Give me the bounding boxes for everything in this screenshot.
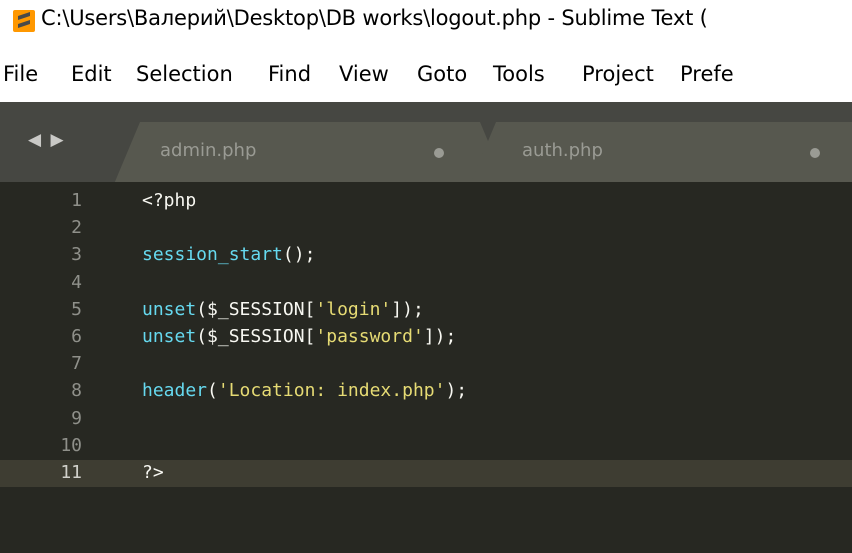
menu-selection[interactable]: Selection — [136, 62, 233, 86]
menu-project[interactable]: Project — [582, 62, 654, 86]
tab-auth-php[interactable]: auth.php — [470, 122, 852, 184]
plain-token: <?php — [142, 190, 197, 211]
code-line[interactable]: 10 — [0, 433, 852, 460]
code-line[interactable]: 6 unset($_SESSION['password']); — [0, 324, 852, 351]
window-title: C:\Users\Валерий\Desktop\DB works\logout… — [41, 6, 708, 30]
string-token: 'login' — [315, 298, 392, 320]
line-number: 1 — [71, 190, 82, 211]
plain-token: ]); — [391, 298, 424, 320]
unsaved-dot-icon[interactable] — [434, 148, 444, 158]
tab-nav-arrows[interactable]: ◀ ▶ — [28, 130, 66, 150]
plain-token: ); — [445, 380, 468, 402]
function-token: unset — [142, 326, 197, 347]
title-bar: C:\Users\Валерий\Desktop\DB works\logout… — [0, 0, 852, 52]
code-line[interactable]: 3 session_start(); — [0, 242, 852, 269]
code-text: session_start(); — [142, 244, 315, 265]
plain-token: ($_SESSION[ — [196, 326, 316, 347]
menu-view[interactable]: View — [339, 62, 389, 86]
code-text: unset($_SESSION['login']); — [142, 299, 424, 320]
code-line[interactable]: 11 ?> — [0, 460, 852, 487]
code-text: ?> — [142, 462, 164, 483]
unsaved-dot-icon[interactable] — [810, 148, 820, 158]
tab-label: auth.php — [522, 140, 603, 161]
string-token: 'password' — [315, 326, 424, 347]
code-line[interactable]: 2 — [0, 215, 852, 242]
code-line[interactable]: 5 unset($_SESSION['login']); — [0, 297, 852, 324]
menu-edit[interactable]: Edit — [71, 62, 112, 86]
line-number: 2 — [71, 217, 82, 239]
function-token: unset — [142, 298, 197, 320]
menu-goto[interactable]: Goto — [417, 62, 467, 86]
line-number: 4 — [71, 271, 82, 293]
menu-file[interactable]: File — [3, 62, 38, 86]
line-number: 8 — [71, 380, 82, 402]
line-number: 10 — [60, 434, 82, 456]
tab-bar: ◀ ▶ admin.php auth.php — [0, 102, 852, 184]
menu-bar: File Edit Selection Find View Goto Tools… — [0, 52, 852, 102]
code-line[interactable]: 9 — [0, 406, 852, 433]
plain-token: ( — [207, 380, 218, 402]
line-number: 3 — [71, 244, 82, 266]
tab-label: admin.php — [160, 140, 257, 161]
code-text: header('Location: index.php'); — [142, 380, 467, 401]
line-number: 6 — [71, 326, 82, 347]
string-token: 'Location: index.php' — [217, 380, 446, 402]
menu-find[interactable]: Find — [268, 62, 311, 86]
code-text: <?php — [142, 190, 196, 211]
line-number: 5 — [71, 298, 82, 320]
plain-token: ($_SESSION[ — [196, 298, 316, 320]
code-line[interactable]: 1 <?php — [0, 188, 852, 215]
tab-admin-php[interactable]: admin.php — [114, 122, 506, 184]
code-line[interactable]: 4 — [0, 270, 852, 297]
plain-token: ]); — [423, 326, 457, 347]
plain-token: (); — [282, 244, 316, 266]
code-text: unset($_SESSION['password']); — [142, 326, 456, 347]
code-line[interactable]: 8 header('Location: index.php'); — [0, 378, 852, 405]
menu-tools[interactable]: Tools — [493, 62, 545, 86]
code-editor[interactable]: 1 <?php 2 3 session_start(); 4 5 unset($_SESSIO… — [0, 184, 852, 553]
plain-token: ?> — [142, 462, 164, 483]
line-number: 7 — [71, 353, 82, 375]
function-token: header — [142, 380, 208, 402]
line-number: 9 — [71, 407, 82, 429]
code-line[interactable]: 7 — [0, 351, 852, 378]
function-token: session_start — [142, 244, 283, 266]
line-number: 11 — [60, 462, 82, 483]
sublime-text-icon — [13, 10, 35, 32]
menu-preferences[interactable]: Prefe — [680, 62, 734, 86]
